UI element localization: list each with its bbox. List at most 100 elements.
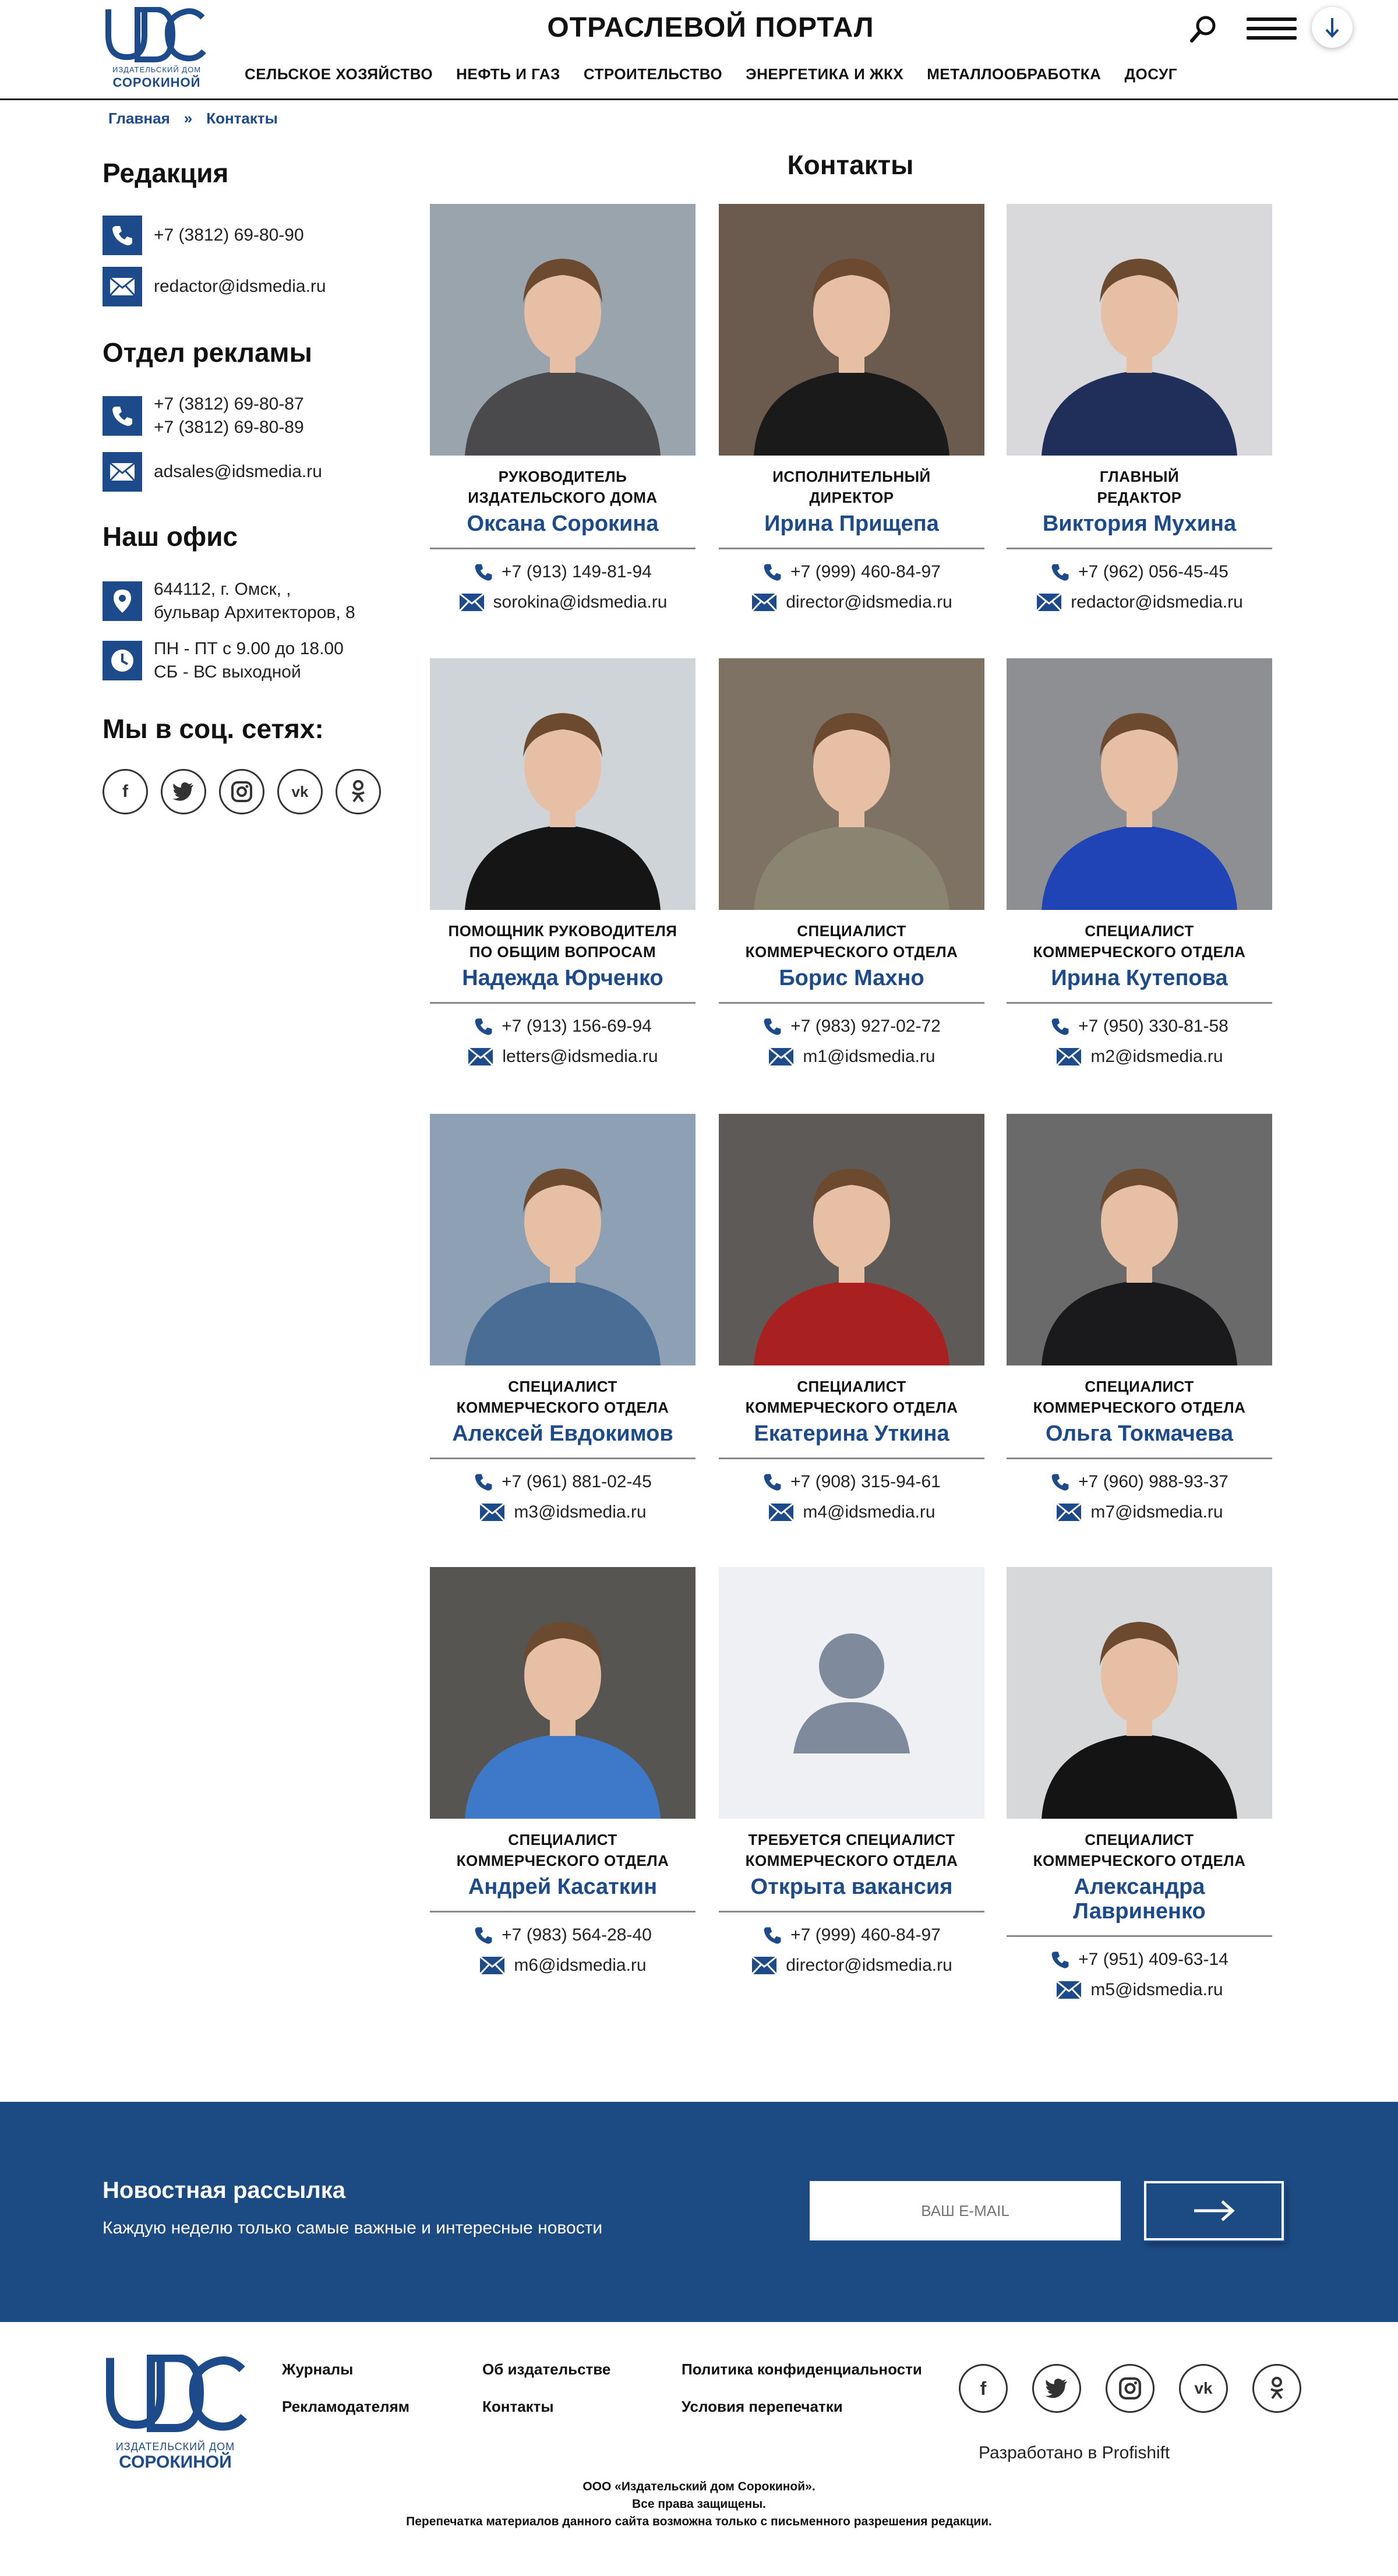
newsletter-submit-button[interactable] <box>1144 2181 1284 2240</box>
contact-email-row: redactor@idsmedia.ru <box>1007 592 1272 612</box>
contact-role-line-1: РУКОВОДИТЕЛЬ <box>498 468 627 485</box>
footer-link-journals[interactable]: Журналы <box>282 2360 353 2379</box>
contact-photo <box>430 1567 696 1819</box>
nav-item-construction[interactable]: СТРОИТЕЛЬСТВО <box>584 65 722 83</box>
contact-phone[interactable]: +7 (961) 881-02-45 <box>502 1472 652 1492</box>
odnoklassniki-icon[interactable] <box>336 769 381 814</box>
contact-email[interactable]: letters@idsmedia.ru <box>502 1047 658 1067</box>
contact-email[interactable]: m4@idsmedia.ru <box>803 1502 935 1522</box>
contact-email[interactable]: m3@idsmedia.ru <box>514 1502 646 1522</box>
phone-icon <box>103 216 142 255</box>
contact-role-line-1: ТРЕБУЕТСЯ СПЕЦИАЛИСТ <box>748 1831 955 1848</box>
footer-logo-graphic <box>106 2353 247 2432</box>
contact-role-line-1: СПЕЦИАЛИСТ <box>1085 1378 1194 1395</box>
contact-photo <box>430 204 696 456</box>
contact-email[interactable]: m1@idsmedia.ru <box>803 1047 935 1067</box>
instagram-icon[interactable] <box>1106 2364 1155 2413</box>
contact-email[interactable]: m6@idsmedia.ru <box>514 1956 646 1975</box>
portal-title: ОТРАСЛЕВОЙ ПОРТАЛ <box>547 12 874 43</box>
contact-photo <box>430 658 696 910</box>
phone-icon <box>474 1925 502 1945</box>
facebook-icon[interactable]: f <box>103 769 148 814</box>
contact-phone[interactable]: +7 (908) 315-94-61 <box>790 1472 941 1492</box>
contact-phone[interactable]: +7 (999) 460-84-97 <box>790 562 941 582</box>
ads-email[interactable]: adsales@idsmedia.ru <box>154 460 322 484</box>
facebook-icon[interactable]: f <box>959 2364 1008 2413</box>
vk-icon[interactable]: vk <box>1179 2364 1228 2413</box>
developer-credit[interactable]: Разработано в Profishift <box>979 2443 1170 2463</box>
contact-email[interactable]: m7@idsmedia.ru <box>1090 1502 1223 1522</box>
contact-name-line-1: Борис Махно <box>779 966 924 990</box>
vk-icon[interactable]: vk <box>277 769 323 814</box>
breadcrumb-home-link[interactable]: Главная <box>108 110 170 128</box>
phone-icon <box>762 1017 790 1036</box>
search-icon[interactable] <box>1188 14 1219 44</box>
contact-email[interactable]: sorokina@idsmedia.ru <box>493 592 668 612</box>
nav-item-leisure[interactable]: ДОСУГ <box>1124 65 1177 83</box>
contact-name: Ирина Кутепова <box>1007 966 1272 1004</box>
contact-phone[interactable]: +7 (913) 149-81-94 <box>502 562 652 582</box>
footer-link-privacy[interactable]: Политика конфиденциальности <box>682 2360 922 2379</box>
contact-email[interactable]: director@idsmedia.ru <box>786 592 952 612</box>
contact-role-line-1: ГЛАВНЫЙ <box>1099 468 1180 485</box>
contact-email[interactable]: m5@idsmedia.ru <box>1090 1980 1223 2000</box>
contact-name-line-1: Виктория Мухина <box>1042 511 1237 536</box>
mail-icon <box>103 452 142 492</box>
sidebar-social-links: f vk <box>103 769 381 814</box>
contact-name: Алексей Евдокимов <box>430 1421 696 1459</box>
newsletter-email-input[interactable] <box>810 2181 1121 2240</box>
nav-item-metalworking[interactable]: МЕТАЛЛООБРАБОТКА <box>927 65 1101 83</box>
placeholder-avatar-icon <box>719 1567 984 1819</box>
footer-link-contacts[interactable]: Контакты <box>482 2398 554 2416</box>
instagram-icon[interactable] <box>219 769 264 814</box>
contact-phone[interactable]: +7 (913) 156-69-94 <box>502 1017 652 1036</box>
contact-role-line-2: КОММЕРЧЕСКОГО ОТДЕЛА <box>1033 943 1246 961</box>
redaction-phone[interactable]: +7 (3812) 69-80-90 <box>154 224 304 247</box>
odnoklassniki-icon[interactable] <box>1252 2364 1301 2413</box>
contact-name: Борис Махно <box>719 966 984 1004</box>
contact-card: СПЕЦИАЛИСТ КОММЕРЧЕСКОГО ОТДЕЛА Алексей Ев… <box>430 1114 696 1522</box>
contact-email-row: director@idsmedia.ru <box>719 1956 984 1975</box>
ads-phone-1[interactable]: +7 (3812) 69-80-87 <box>154 393 304 416</box>
mail-icon <box>458 593 493 612</box>
contact-email[interactable]: m2@idsmedia.ru <box>1090 1047 1223 1067</box>
contact-email-row: letters@idsmedia.ru <box>430 1047 696 1067</box>
social-title: Мы в соц. сетях: <box>103 714 324 744</box>
contact-role: ТРЕБУЕТСЯ СПЕЦИАЛИСТ КОММЕРЧЕСКОГО ОТДЕЛА <box>719 1829 984 1871</box>
contact-phone[interactable]: +7 (983) 927-02-72 <box>790 1017 941 1036</box>
footer-link-advertisers[interactable]: Рекламодателям <box>282 2398 409 2416</box>
nav-item-oil-gas[interactable]: НЕФТЬ И ГАЗ <box>456 65 560 83</box>
contact-role-line-1: ИСПОЛНИТЕЛЬНЫЙ <box>772 468 931 485</box>
contact-name-line-1: Екатерина Уткина <box>754 1421 949 1446</box>
contact-email[interactable]: redactor@idsmedia.ru <box>1071 592 1243 612</box>
mail-icon <box>751 1956 786 1975</box>
twitter-icon[interactable] <box>161 769 206 814</box>
contact-phone[interactable]: +7 (999) 460-84-97 <box>790 1925 941 1945</box>
footer-logo[interactable]: издательский дом СОРОКИНОЙ <box>103 2353 248 2472</box>
footer-link-about[interactable]: Об издательстве <box>482 2360 610 2379</box>
nav-item-agriculture[interactable]: СЕЛЬСКОЕ ХОЗЯЙСТВО <box>245 65 433 83</box>
twitter-icon[interactable] <box>1032 2364 1081 2413</box>
redaction-email[interactable]: redactor@idsmedia.ru <box>154 275 326 298</box>
contact-phone[interactable]: +7 (951) 409-63-14 <box>1078 1950 1228 1970</box>
logo-brand-name: СОРОКИНОЙ <box>112 75 201 90</box>
nav-item-energy[interactable]: ЭНЕРГЕТИКА И ЖКХ <box>746 65 903 83</box>
contact-email[interactable]: director@idsmedia.ru <box>786 1956 952 1975</box>
office-address-line-1: 644112, г. Омск, , <box>154 580 291 599</box>
contact-phone[interactable]: +7 (962) 056-45-45 <box>1078 562 1228 582</box>
contact-phone[interactable]: +7 (950) 330-81-58 <box>1078 1017 1228 1036</box>
contact-photo <box>719 658 984 910</box>
scroll-down-button[interactable] <box>1312 7 1353 48</box>
phone-icon <box>474 1017 502 1036</box>
contact-role-line-2: ПО ОБЩИМ ВОПРОСАМ <box>469 943 656 961</box>
arrow-down-icon <box>1325 18 1339 38</box>
office-address-line-2: бульвар Архитекторов, 8 <box>154 603 355 622</box>
contact-card: РУКОВОДИТЕЛЬ ИЗДАТЕЛЬСКОГО ДОМА Оксана Сор… <box>430 204 696 612</box>
hamburger-menu-icon[interactable] <box>1247 17 1297 41</box>
arrow-right-icon <box>1194 2200 1235 2221</box>
contact-phone[interactable]: +7 (983) 564-28-40 <box>502 1925 652 1945</box>
contact-phone[interactable]: +7 (960) 988-93-37 <box>1078 1472 1228 1492</box>
footer-link-reprint-terms[interactable]: Условия перепечатки <box>682 2398 843 2416</box>
ads-phone-2[interactable]: +7 (3812) 69-80-89 <box>154 416 304 439</box>
site-logo[interactable]: издательский дом СОРОКИНОЙ <box>104 7 206 90</box>
